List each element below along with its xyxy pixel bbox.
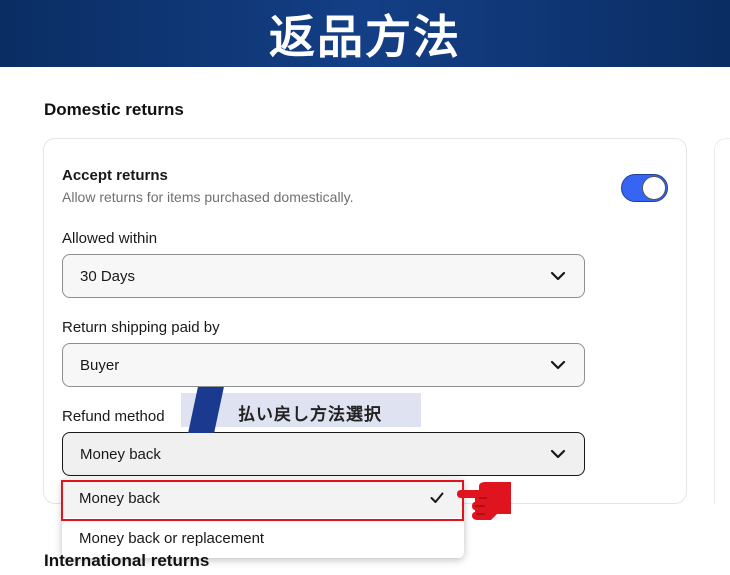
adjacent-card-edge xyxy=(714,138,730,504)
refund-method-select[interactable]: Money back xyxy=(62,432,585,476)
accept-returns-description: Allow returns for items purchased domest… xyxy=(62,189,354,205)
return-shipping-label: Return shipping paid by xyxy=(62,319,220,336)
allowed-within-value: 30 Days xyxy=(80,267,136,285)
header-banner: 返品方法 xyxy=(0,0,730,67)
option-label: Money back xyxy=(79,489,160,507)
banner-title: 返品方法 xyxy=(269,9,461,64)
accept-returns-toggle[interactable] xyxy=(621,174,668,202)
chevron-down-icon xyxy=(550,360,566,370)
toggle-knob xyxy=(642,176,666,200)
chevron-down-icon xyxy=(550,271,566,281)
accept-returns-title: Accept returns xyxy=(62,167,168,184)
refund-method-dropdown: Money back Money back or replacement xyxy=(62,478,464,558)
pointing-hand-icon xyxy=(457,482,511,520)
return-shipping-select[interactable]: Buyer xyxy=(62,343,585,387)
annotation-label: 払い戻し方法選択 xyxy=(181,387,421,433)
annotation-stripe xyxy=(188,387,224,433)
refund-method-value: Money back xyxy=(80,445,161,463)
refund-method-label: Refund method xyxy=(62,408,165,425)
allowed-within-label: Allowed within xyxy=(62,230,158,247)
allowed-within-select[interactable]: 30 Days xyxy=(62,254,585,298)
return-shipping-value: Buyer xyxy=(80,356,120,374)
domestic-returns-heading: Domestic returns xyxy=(44,100,184,119)
option-money-back[interactable]: Money back xyxy=(62,478,464,518)
option-label: Money back or replacement xyxy=(79,529,265,547)
annotation-text: 払い戻し方法選択 xyxy=(238,405,382,425)
check-icon xyxy=(430,492,444,503)
international-returns-heading: International returns xyxy=(44,551,210,570)
chevron-down-icon xyxy=(550,449,566,459)
